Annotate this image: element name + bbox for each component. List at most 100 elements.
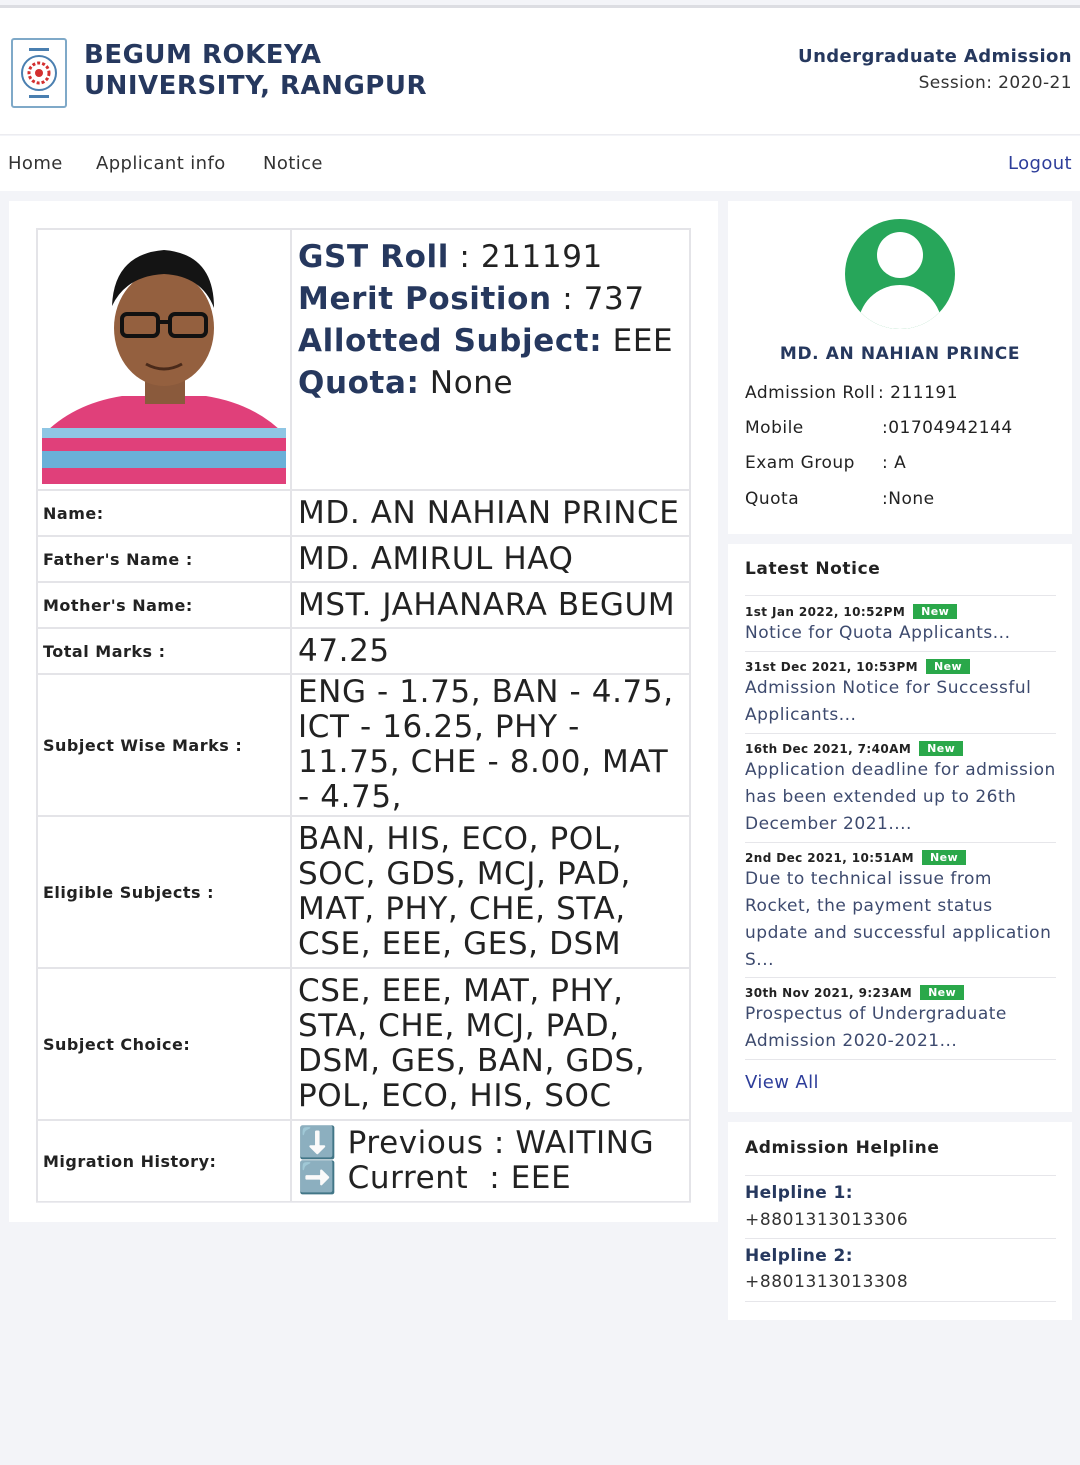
divider	[745, 1175, 1056, 1176]
session-label: Session: 2020-21	[918, 73, 1072, 93]
avatar-icon	[845, 219, 955, 329]
latest-notice-title: Latest Notice	[745, 559, 881, 579]
notice-date: 30th Nov 2021, 9:23AM	[745, 986, 913, 1000]
divider	[745, 1238, 1056, 1239]
subject-marks-label: Subject Wise Marks :	[36, 673, 292, 817]
notice-date-line: 31st Dec 2021, 10:53PM New	[745, 659, 1056, 674]
notice-item[interactable]: 30th Nov 2021, 9:23AM New Prospectus of U…	[745, 985, 1056, 1055]
notice-date: 31st Dec 2021, 10:53PM	[745, 660, 919, 674]
helpline-title: Admission Helpline	[745, 1138, 940, 1158]
notice-link[interactable]: Admission Notice for Successful Applican…	[745, 675, 1056, 729]
notice-item[interactable]: 31st Dec 2021, 10:53PM New Admission Noti…	[745, 659, 1056, 729]
view-all-link[interactable]: View All	[745, 1072, 819, 1093]
divider	[745, 977, 1056, 978]
migration-history-label: Migration History:	[36, 1119, 292, 1203]
total-marks-value: 47.25	[290, 627, 691, 675]
profile-exam-group: Exam Group: A	[745, 453, 906, 473]
mother-name-label: Mother's Name:	[36, 581, 292, 629]
merit-position-value: : 737	[562, 281, 645, 317]
university-name-line1: BEGUM ROKEYA	[84, 40, 322, 70]
university-seal-icon	[11, 38, 67, 108]
notice-link[interactable]: Notice for Quota Applicants...	[745, 620, 1056, 647]
admission-summary-cell: GST Roll : 211191 Merit Position : 737 A…	[290, 228, 691, 491]
notice-item[interactable]: 1st Jan 2022, 10:52PM New Notice for Quot…	[745, 604, 1056, 647]
profile-quota: Quota :None	[745, 489, 935, 509]
notice-date-line: 30th Nov 2021, 9:23AM New	[745, 985, 1056, 1000]
father-name-value: MD. AMIRUL HAQ	[290, 535, 691, 583]
profile-field-key: Mobile	[745, 418, 804, 438]
divider	[745, 733, 1056, 734]
notice-date: 16th Dec 2021, 7:40AM	[745, 742, 912, 756]
notice-date-line: 16th Dec 2021, 7:40AM New	[745, 741, 1056, 756]
eligible-subjects-label: Eligible Subjects :	[36, 815, 292, 969]
eligible-subjects-value: BAN, HIS, ECO, POL, SOC, GDS, MCJ, PAD, …	[290, 815, 691, 969]
notice-date: 1st Jan 2022, 10:52PM	[745, 605, 906, 619]
table-row-name: Name: MD. AN NAHIAN PRINCE	[36, 489, 691, 537]
latest-notice-card: Latest Notice 1st Jan 2022, 10:52PM New N…	[728, 544, 1072, 1112]
subject-choice-value: CSE, EEE, MAT, PHY, STA, CHE, MCJ, PAD, …	[290, 967, 691, 1121]
table-row-subject-choice: Subject Choice: CSE, EEE, MAT, PHY, STA,…	[36, 967, 691, 1121]
allotted-subject-line: Allotted Subject: EEE	[298, 320, 689, 362]
gst-roll-line: GST Roll : 211191	[298, 236, 689, 278]
allotted-subject-label: Allotted Subject:	[298, 323, 603, 359]
mother-name-value: MST. JAHANARA BEGUM	[290, 581, 691, 629]
table-row-mother: Mother's Name: MST. JAHANARA BEGUM	[36, 581, 691, 629]
divider	[745, 595, 1056, 596]
table-row-migration: Migration History: ⬇️ Previous : WAITING…	[36, 1119, 691, 1203]
helpline-1-number[interactable]: +8801313013306	[745, 1210, 908, 1230]
profile-field-value: :None	[882, 489, 935, 509]
total-marks-label: Total Marks :	[36, 627, 292, 675]
quota-line: Quota: None	[298, 362, 689, 404]
notice-item[interactable]: 2nd Dec 2021, 10:51AM New Due to technica…	[745, 850, 1056, 974]
name-value: MD. AN NAHIAN PRINCE	[290, 489, 691, 537]
profile-field-value: :01704942144	[882, 418, 1013, 438]
university-name-line2: UNIVERSITY, RANGPUR	[84, 71, 427, 101]
new-badge: New	[919, 741, 964, 756]
table-row-eligible-subjects: Eligible Subjects : BAN, HIS, ECO, POL, …	[36, 815, 691, 969]
quota-value: None	[419, 365, 514, 401]
site-header: BEGUM ROKEYA UNIVERSITY, RANGPUR Undergr…	[0, 8, 1080, 135]
profile-admission-roll: Admission Roll: 211191	[745, 383, 958, 403]
new-badge: New	[920, 985, 965, 1000]
profile-card: MD. AN NAHIAN PRINCE Admission Roll: 211…	[728, 201, 1072, 534]
merit-position-line: Merit Position : 737	[298, 278, 689, 320]
table-row-father: Father's Name : MD. AMIRUL HAQ	[36, 535, 691, 583]
gst-roll-value: : 211191	[459, 239, 603, 275]
quota-label: Quota:	[298, 365, 420, 401]
allotted-subject-value: EEE	[602, 323, 674, 359]
nav-applicant-info[interactable]: Applicant info	[96, 153, 226, 174]
notice-item[interactable]: 16th Dec 2021, 7:40AM New Application dea…	[745, 741, 1056, 838]
merit-position-label: Merit Position	[298, 281, 552, 317]
table-row-subject-marks: Subject Wise Marks : ENG - 1.75, BAN - 4…	[36, 673, 691, 817]
divider	[745, 842, 1056, 843]
profile-field-key: Admission Roll	[745, 383, 876, 403]
main-nav: Home Applicant info Notice Logout	[0, 136, 1080, 191]
helpline-2-number[interactable]: +8801313013308	[745, 1272, 908, 1292]
helpline-2-label: Helpline 2:	[745, 1246, 853, 1266]
nav-notice[interactable]: Notice	[263, 153, 323, 174]
new-badge: New	[913, 604, 958, 619]
university-name: BEGUM ROKEYA UNIVERSITY, RANGPUR	[84, 40, 427, 102]
new-badge: New	[922, 850, 967, 865]
photo-cell	[36, 228, 292, 491]
subject-choice-label: Subject Choice:	[36, 967, 292, 1121]
profile-field-key: Quota	[745, 489, 800, 509]
notice-link[interactable]: Application deadline for admission has b…	[745, 757, 1056, 838]
notice-link[interactable]: Due to technical issue from Rocket, the …	[745, 866, 1056, 974]
divider	[745, 1059, 1056, 1060]
logout-link[interactable]: Logout	[1008, 153, 1072, 174]
gst-roll-label: GST Roll	[298, 239, 449, 275]
profile-name: MD. AN NAHIAN PRINCE	[779, 344, 1021, 364]
notice-date-line: 2nd Dec 2021, 10:51AM New	[745, 850, 1056, 865]
admission-title: Undergraduate Admission	[798, 46, 1072, 67]
subject-marks-value: ENG - 1.75, BAN - 4.75, ICT - 16.25, PHY…	[290, 673, 691, 817]
nav-home[interactable]: Home	[8, 153, 63, 174]
profile-field-value: : A	[882, 453, 907, 473]
migration-previous: ⬇️ Previous : WAITING	[298, 1125, 655, 1161]
table-row-total-marks: Total Marks : 47.25	[36, 627, 691, 675]
notice-link[interactable]: Prospectus of Undergraduate Admission 20…	[745, 1001, 1056, 1055]
migration-current: ➡️ Current : EEE	[298, 1160, 572, 1196]
name-label: Name:	[36, 489, 292, 537]
new-badge: New	[926, 659, 971, 674]
divider	[745, 651, 1056, 652]
